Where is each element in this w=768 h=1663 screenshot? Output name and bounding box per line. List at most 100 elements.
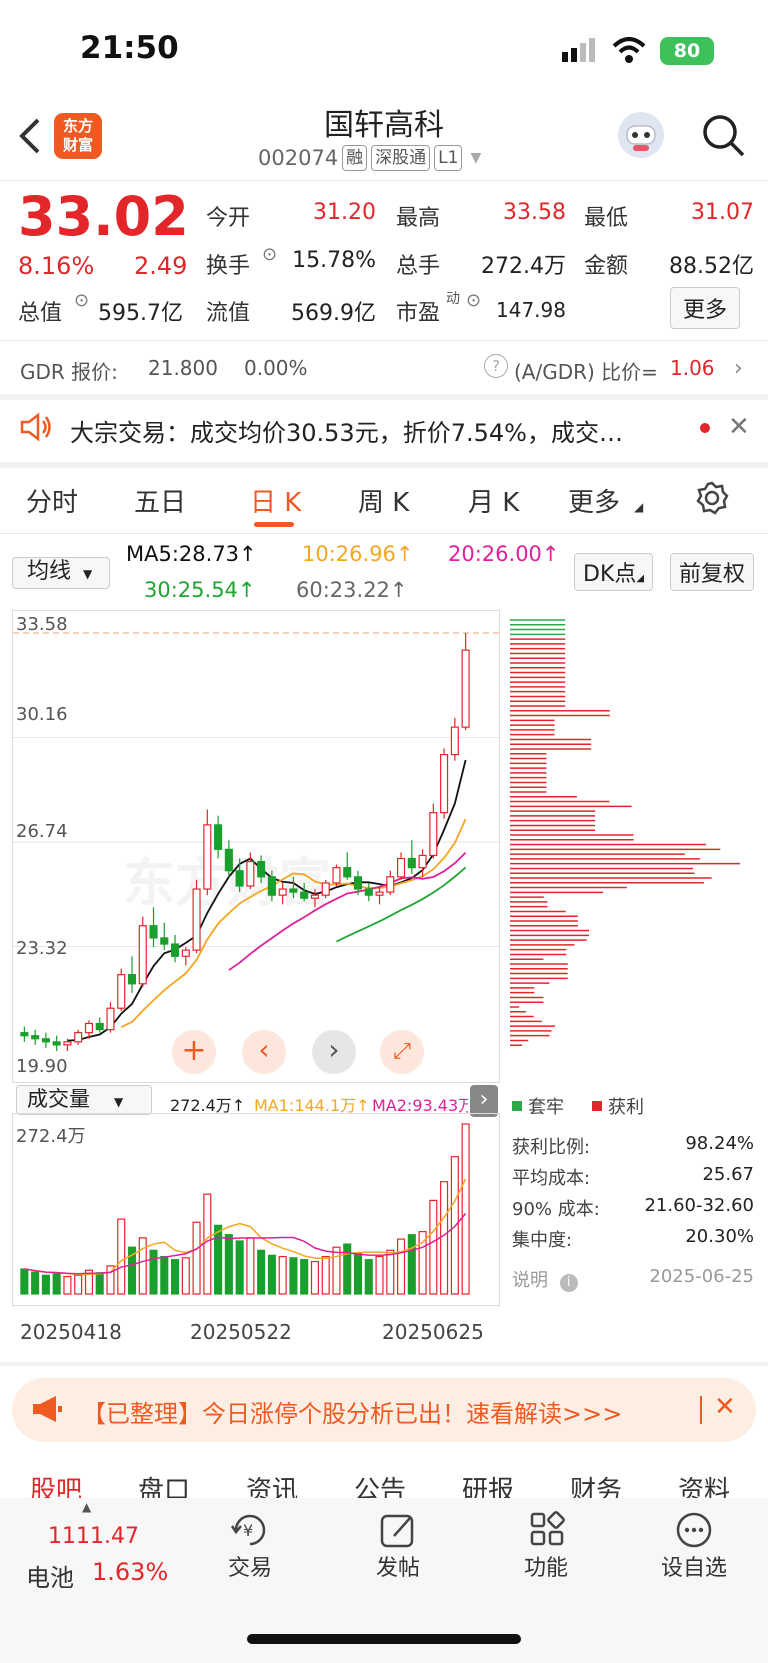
- candle-body: [203, 824, 212, 890]
- candle-body: [181, 949, 190, 957]
- ma30-value: 30:25.54↑: [144, 578, 256, 602]
- volume-selector[interactable]: 成交量 ▼: [16, 1085, 152, 1115]
- mktcap-label: 总值: [18, 301, 63, 326]
- notice-text[interactable]: 大宗交易：成交均价30.53元，折价7.54%，成交…: [70, 413, 670, 448]
- date-label-3: 20250625: [382, 1320, 484, 1344]
- volume-bar: [397, 1238, 406, 1295]
- ma60-value: 60:23.22↑: [296, 578, 408, 602]
- nav-functions[interactable]: 功能: [506, 1510, 586, 1582]
- mktcap-value: 595.7亿: [98, 301, 183, 326]
- index-pct: 1.63%: [92, 1558, 169, 1586]
- volume-bar: [353, 1252, 363, 1295]
- stat-label: 90% 成本:: [512, 1199, 600, 1220]
- amount-label: 金额: [584, 254, 629, 279]
- kline-chart[interactable]: 东方财富: [12, 610, 501, 1083]
- candle-body: [138, 925, 147, 985]
- ma-selector[interactable]: 均线 ▼: [12, 557, 110, 589]
- chip-distribution: [508, 612, 758, 1082]
- dk-button[interactable]: DK点◢: [574, 553, 654, 591]
- chip-note[interactable]: 说明 i: [512, 1266, 578, 1292]
- candle-body: [257, 860, 266, 878]
- stock-code-line[interactable]: 002074 融 深股通 L1 ▼: [258, 145, 481, 171]
- caret-icon: ◢: [634, 500, 644, 514]
- chip-legend: 套牢 获利: [512, 1093, 644, 1119]
- tab-day-k[interactable]: 日 K: [250, 482, 301, 519]
- pan-right-button[interactable]: ›: [312, 1030, 356, 1074]
- volume-bar: [461, 1123, 470, 1295]
- status-time: 21:50: [80, 30, 179, 66]
- tab-week-k[interactable]: 周 K: [358, 482, 409, 519]
- stat-value: 21.60-32.60: [644, 1195, 754, 1216]
- volume-bar: [407, 1234, 416, 1295]
- candle-body: [106, 1007, 115, 1031]
- volume-bar: [429, 1199, 438, 1295]
- gdr-divider: [0, 394, 768, 400]
- tab-timeshare[interactable]: 分时: [26, 482, 78, 519]
- tabs-divider: [0, 533, 768, 534]
- index-value[interactable]: 1111.47: [48, 1524, 139, 1549]
- gdr-ratio: 1.06: [670, 356, 715, 380]
- quote-divider: [0, 340, 768, 341]
- pan-left-button[interactable]: ‹: [242, 1030, 286, 1074]
- candle-body: [214, 824, 223, 850]
- open-label: 今开: [206, 206, 251, 231]
- volume-bar: [375, 1255, 384, 1295]
- candle-body: [289, 888, 298, 893]
- grid-icon: [506, 1510, 586, 1550]
- help-icon[interactable]: ?: [484, 354, 508, 378]
- candle-body: [310, 894, 319, 899]
- svg-text:¥: ¥: [243, 1521, 253, 1540]
- candle-body: [171, 943, 180, 957]
- volume-axis-max: 272.4万: [16, 1126, 86, 1147]
- nav-trade[interactable]: ¥ 交易: [210, 1510, 290, 1582]
- candle-body: [461, 649, 470, 728]
- nav-post[interactable]: 发帖: [358, 1510, 438, 1582]
- ad-banner[interactable]: 【已整理】今日涨停个股分析已出！速看解读>>> ✕: [12, 1378, 756, 1442]
- close-icon[interactable]: ✕: [714, 1392, 736, 1422]
- header-divider: [0, 180, 768, 181]
- chart-divider: [0, 1362, 768, 1366]
- volume-bar: [257, 1249, 266, 1295]
- axis-label-top: 33.58: [16, 614, 68, 635]
- search-icon[interactable]: [700, 112, 746, 162]
- nav-add-watchlist[interactable]: 设自选: [654, 1510, 734, 1582]
- volume-bar: [321, 1255, 330, 1295]
- tab-five-day[interactable]: 五日: [134, 482, 186, 519]
- info-icon: i: [559, 1274, 578, 1292]
- volume-value: 272.4万: [481, 254, 566, 279]
- volume-bar: [181, 1257, 190, 1295]
- chevron-right-icon[interactable]: ›: [734, 356, 743, 381]
- candle-body: [149, 925, 158, 939]
- stat-value: 25.67: [702, 1164, 754, 1185]
- gdr-price: 21.800: [148, 356, 218, 380]
- info-icon[interactable]: ⊙: [466, 290, 481, 311]
- volume-bar: [246, 1237, 255, 1295]
- volume-bar: [31, 1271, 40, 1295]
- candle-body: [235, 870, 244, 887]
- volume-bar: [214, 1224, 223, 1295]
- volume-bar: [160, 1255, 169, 1295]
- axis-label-3: 26.74: [16, 821, 68, 842]
- speaker-icon: [18, 412, 54, 446]
- up-arrow-icon: ▲: [82, 1500, 92, 1514]
- info-icon[interactable]: ⊙: [262, 244, 277, 265]
- tab-more[interactable]: 更多: [568, 482, 620, 519]
- info-icon[interactable]: ⊙: [74, 290, 89, 311]
- volume-bar: [52, 1273, 61, 1295]
- more-button[interactable]: 更多: [670, 287, 741, 329]
- candle-body: [343, 867, 352, 878]
- gear-icon[interactable]: [694, 480, 730, 520]
- zoom-in-button[interactable]: +: [172, 1030, 216, 1074]
- close-icon[interactable]: ✕: [728, 412, 750, 442]
- adjust-button[interactable]: 前复权: [670, 553, 755, 591]
- level-tag: L1: [434, 145, 463, 171]
- candle-body: [31, 1035, 40, 1040]
- axis-label-4: 23.32: [16, 938, 68, 959]
- gdr-pct: 0.00%: [244, 356, 308, 380]
- fullscreen-button[interactable]: ⤢: [380, 1030, 424, 1074]
- tab-month-k[interactable]: 月 K: [468, 482, 519, 519]
- assistant-avatar[interactable]: [618, 112, 664, 158]
- candle-body: [20, 1032, 29, 1037]
- float-value: 569.9亿: [291, 301, 376, 326]
- volume-bar: [440, 1181, 449, 1295]
